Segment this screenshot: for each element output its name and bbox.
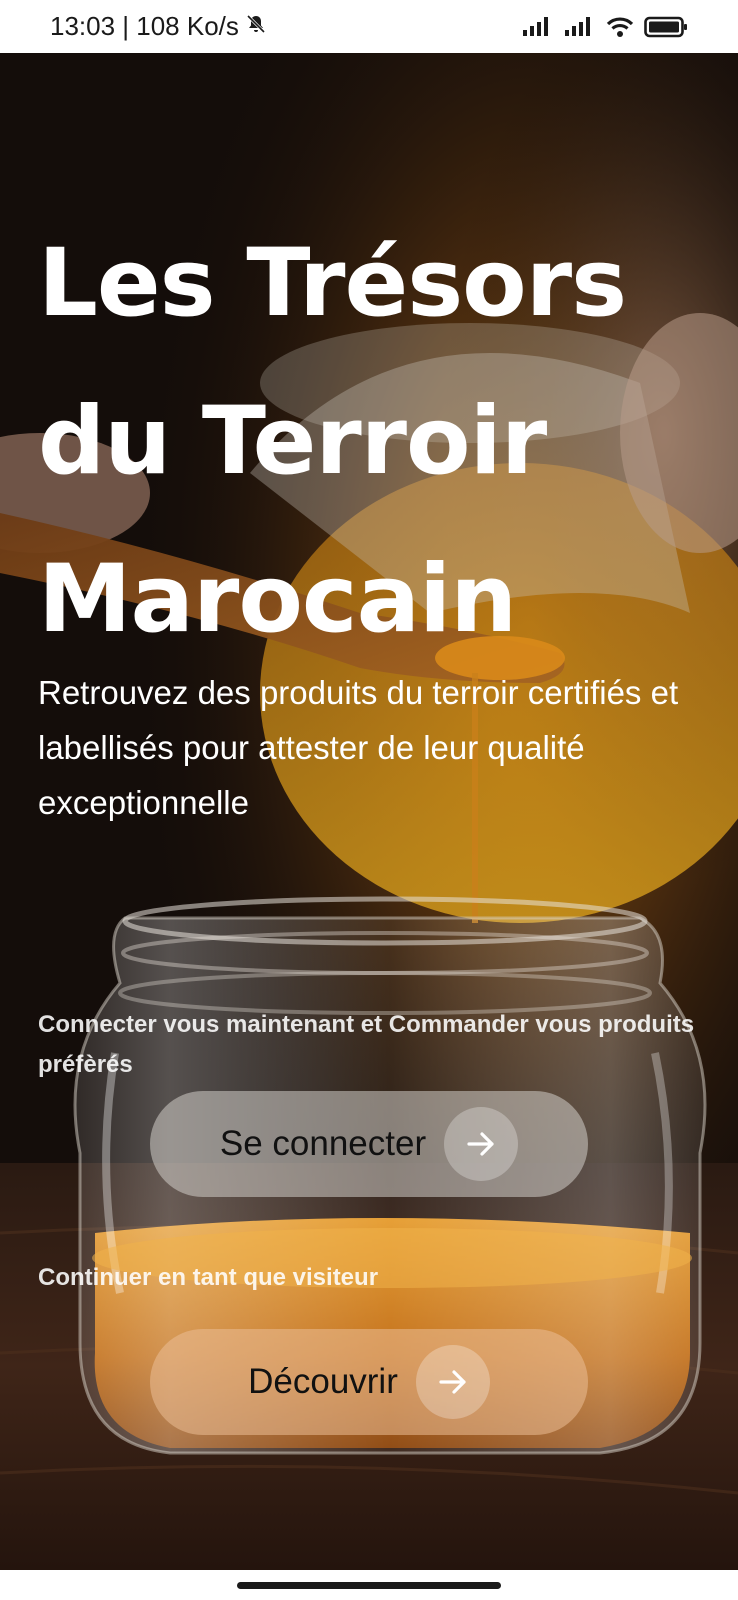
home-indicator[interactable] — [237, 1582, 501, 1589]
hero-title: Les Trésors du Terroir Marocain — [38, 229, 627, 654]
navigation-bar — [0, 1570, 738, 1600]
discover-button-label: Découvrir — [248, 1362, 398, 1401]
hero-subtitle: Retrouvez des produits du terroir certif… — [38, 674, 679, 821]
wifi-icon — [606, 16, 634, 38]
status-bar: 13:03 | 108 Ko/s — [0, 0, 738, 53]
login-button[interactable]: Se connecter — [150, 1091, 588, 1197]
login-prompt: Connecter vous maintenant et Commander v… — [38, 1011, 695, 1078]
arrow-right-icon — [415, 1345, 490, 1419]
battery-icon — [644, 16, 688, 38]
silent-bell-icon — [245, 11, 267, 42]
status-right — [522, 16, 688, 38]
status-time-speed: 13:03 | 108 Ko/s — [50, 11, 239, 41]
discover-button[interactable]: Découvrir — [150, 1329, 588, 1435]
hero-section: Les Trésors du Terroir Marocain Retrouve… — [0, 53, 738, 1570]
login-button-label: Se connecter — [219, 1124, 427, 1163]
signal-icon — [564, 16, 596, 38]
visitor-prompt: Continuer en tant que visiteur — [38, 1264, 379, 1291]
status-left: 13:03 | 108 Ko/s — [50, 11, 267, 42]
arrow-right-icon — [444, 1107, 519, 1181]
signal-icon — [522, 16, 554, 38]
